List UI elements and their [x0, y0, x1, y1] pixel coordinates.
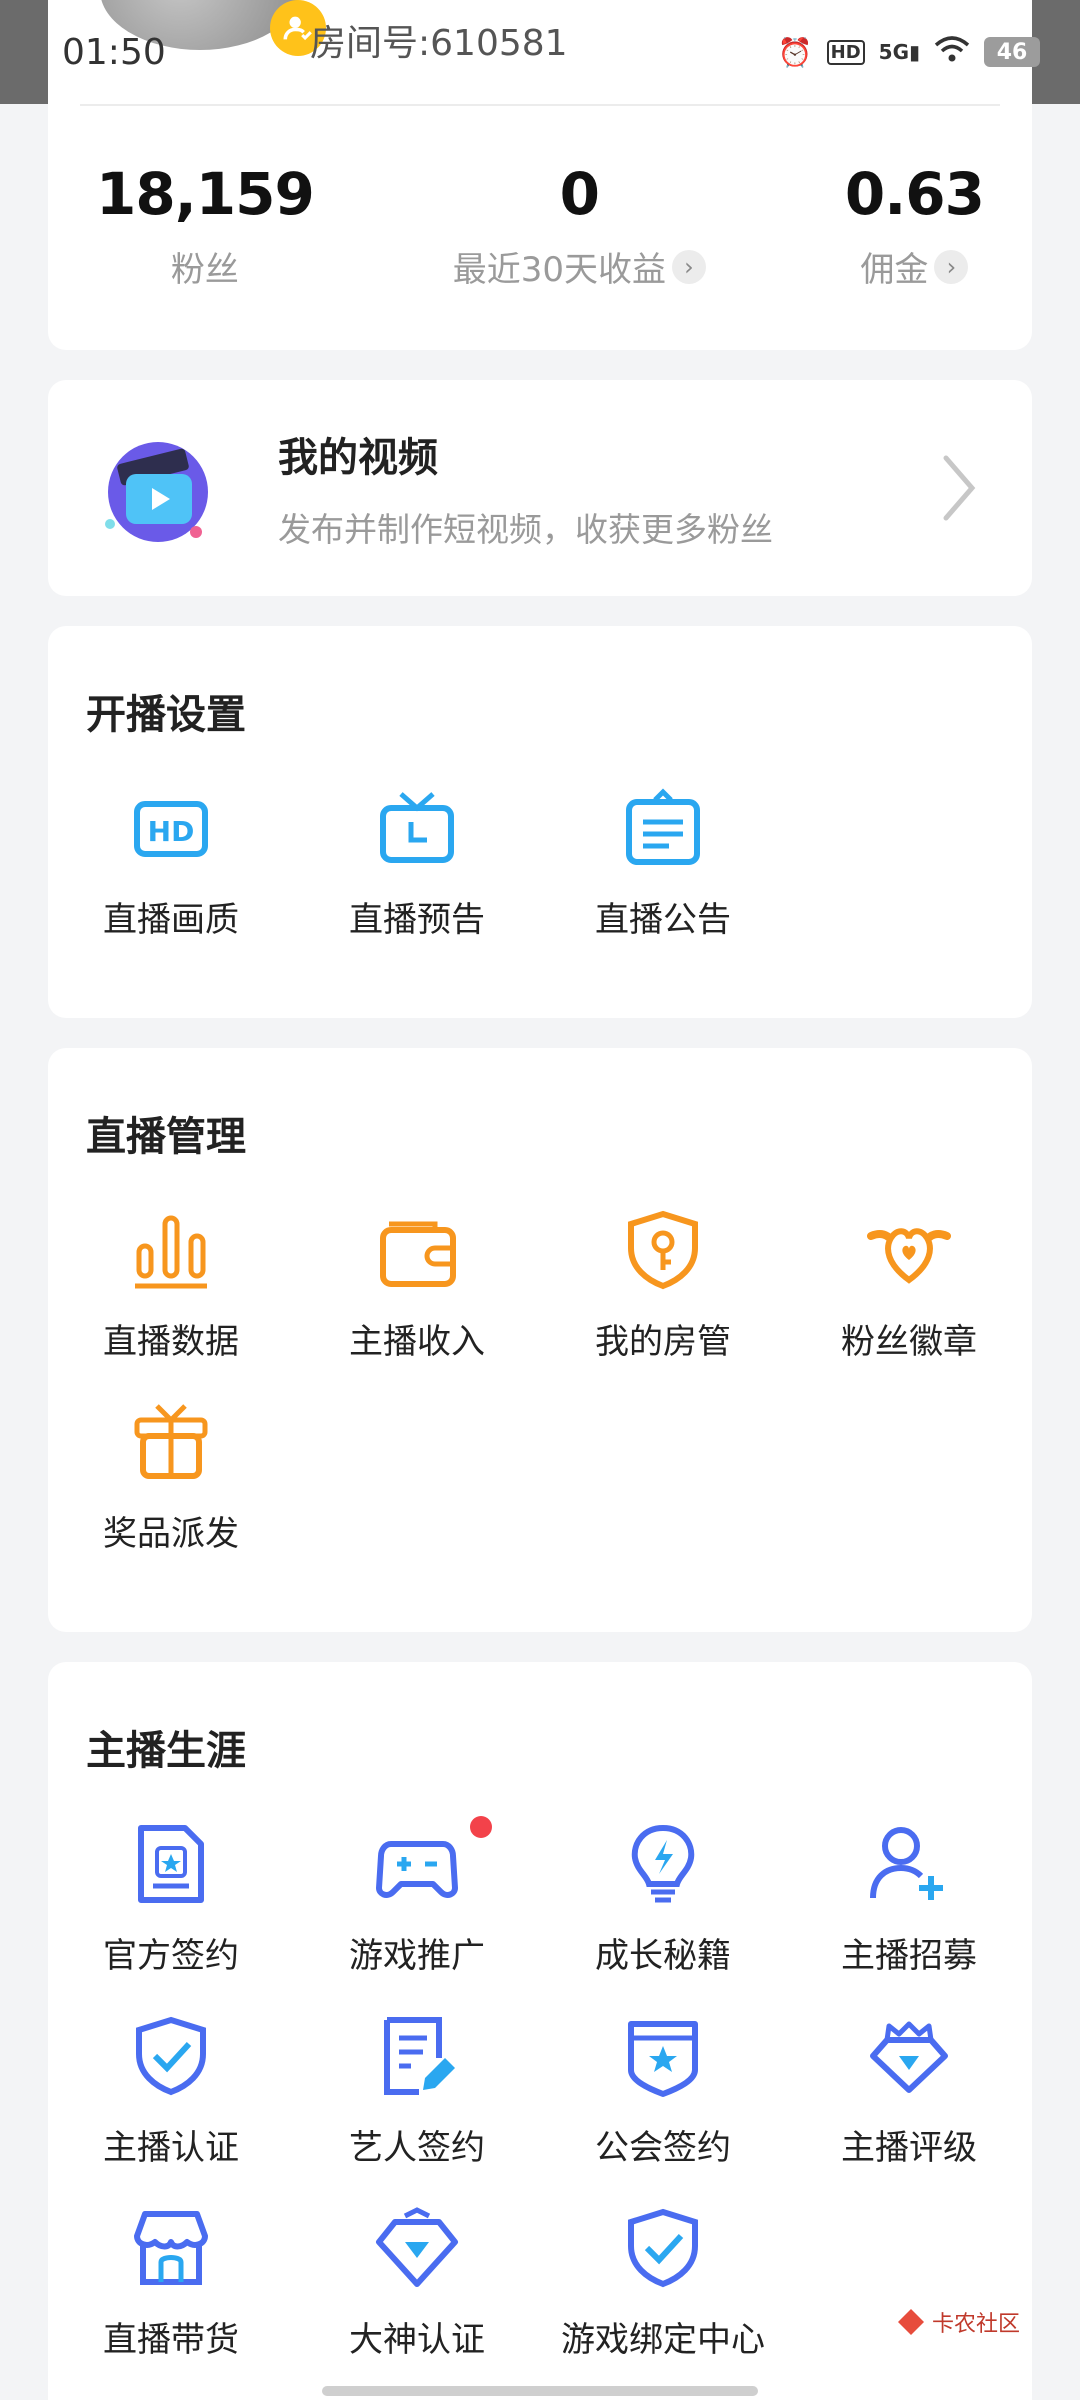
- stat-label: 粉丝: [170, 250, 239, 290]
- chevron-right-icon: ›: [934, 249, 969, 284]
- item-label: 主播认证: [103, 2128, 239, 2168]
- item-official-contract[interactable]: 官方签约: [48, 1822, 294, 2014]
- watermark: 卡农社区: [896, 2306, 1020, 2338]
- item-label: 直播预告: [349, 900, 485, 940]
- shop-icon: [134, 2211, 208, 2285]
- svg-text:HD: HD: [148, 815, 195, 848]
- stat-label: 佣金: [860, 250, 929, 290]
- item-label: 公会签约: [595, 2128, 731, 2168]
- video-subtitle: 发布并制作短视频，收获更多粉丝: [278, 510, 773, 549]
- item-label: 直播数据: [103, 1322, 239, 1362]
- stat-commission[interactable]: 0.63 佣金 ›: [844, 160, 985, 291]
- guild-star-icon: [628, 2021, 698, 2097]
- item-preview[interactable]: 直播预告: [294, 786, 540, 978]
- diamond-icon: [376, 2207, 458, 2287]
- item-room-admin[interactable]: 我的房管: [540, 1208, 786, 1400]
- battery-icon: 46: [984, 37, 1040, 67]
- divider: [80, 104, 1000, 106]
- item-fan-badge[interactable]: 粉丝徽章: [786, 1208, 1032, 1400]
- video-title: 我的视频: [278, 435, 438, 481]
- item-recruit[interactable]: 主播招募: [786, 1822, 1032, 2014]
- my-video-card[interactable]: 我的视频 发布并制作短视频，收获更多粉丝: [48, 380, 1032, 596]
- shield-key-icon: [628, 1210, 698, 1290]
- item-label: 我的房管: [595, 1322, 731, 1362]
- item-income[interactable]: 主播收入: [294, 1208, 540, 1400]
- gamepad-icon: [376, 1841, 458, 1898]
- item-label: 游戏推广: [349, 1936, 485, 1976]
- shield-check-icon: [136, 2016, 206, 2096]
- alarm-icon: ⏰: [777, 35, 813, 69]
- stat-value: 18,159: [96, 160, 315, 228]
- diamond-crown-icon: [870, 2021, 948, 2093]
- item-announcement[interactable]: 直播公告: [540, 786, 786, 978]
- announcement-icon: [626, 788, 700, 865]
- status-time: 01:50: [62, 31, 166, 73]
- item-label: 成长秘籍: [595, 1936, 731, 1976]
- item-live-data[interactable]: 直播数据: [48, 1208, 294, 1400]
- item-quality[interactable]: HD 直播画质: [48, 786, 294, 978]
- watermark-logo-icon: [897, 2309, 924, 2335]
- item-label: 奖品派发: [103, 1514, 239, 1554]
- item-label: 主播收入: [349, 1322, 485, 1362]
- live-management-section: 直播管理 直播数据 主播收入 我的房管 粉丝徽章 奖品派发: [48, 1048, 1032, 1632]
- item-game-promo[interactable]: 游戏推广: [294, 1816, 540, 2014]
- notification-dot: [470, 1816, 492, 1838]
- stat-value: 0.63: [844, 160, 985, 228]
- item-label: 艺人签约: [349, 2128, 485, 2168]
- contract-icon: [138, 1825, 204, 1903]
- broadcast-settings-section: 开播设置 HD 直播画质 直播预告 直播公告: [48, 626, 1032, 1018]
- add-user-icon: [870, 1827, 943, 1900]
- bar-chart-icon: [135, 1215, 207, 1289]
- item-live-commerce[interactable]: 直播带货: [48, 2206, 294, 2398]
- hd-icon: HD: [826, 39, 865, 65]
- item-label: 主播评级: [841, 2128, 977, 2168]
- item-label: 粉丝徽章: [841, 1322, 977, 1362]
- item-label: 主播招募: [841, 1936, 977, 1976]
- status-bar: 01:50 ⏰ HD 5G▮ 46: [0, 0, 1080, 104]
- chevron-right-icon: ›: [671, 249, 706, 284]
- stats-row: 18,159 粉丝 0 最近30天收益 › 0.63 佣金 ›: [48, 160, 1032, 291]
- stat-value: 0: [559, 160, 600, 228]
- tv-preview-icon: [380, 792, 454, 863]
- item-label: 游戏绑定中心: [561, 2320, 765, 2360]
- item-label: 直播带货: [103, 2320, 239, 2360]
- item-guild-contract[interactable]: 公会签约: [540, 2014, 786, 2206]
- item-master-verify[interactable]: 大神认证: [294, 2206, 540, 2398]
- gift-icon: [134, 1404, 208, 1479]
- stat-label: 最近30天收益: [452, 250, 666, 290]
- section-title: 直播管理: [86, 1114, 246, 1160]
- document-edit-icon: [384, 2017, 455, 2095]
- item-streamer-rating[interactable]: 主播评级: [786, 2014, 1032, 2206]
- hd-quality-icon: HD: [134, 801, 208, 857]
- item-game-binding[interactable]: 游戏绑定中心: [540, 2206, 786, 2398]
- wifi-icon: [934, 35, 970, 70]
- item-label: 大神认证: [349, 2320, 485, 2360]
- video-clapper-icon: [105, 442, 208, 542]
- item-growth-guide[interactable]: 成长秘籍: [540, 1822, 786, 2014]
- home-indicator[interactable]: [322, 2386, 758, 2396]
- item-label: 直播画质: [103, 900, 239, 940]
- section-title: 主播生涯: [86, 1728, 246, 1774]
- 5g-signal-icon: 5G▮: [878, 40, 920, 64]
- section-title: 开播设置: [86, 692, 246, 738]
- shield-check-blue-icon: [628, 2208, 698, 2288]
- stat-fans[interactable]: 18,159 粉丝: [96, 160, 315, 291]
- item-prize[interactable]: 奖品派发: [48, 1400, 294, 1592]
- stat-earnings[interactable]: 0 最近30天收益 ›: [453, 160, 706, 291]
- watermark-text: 卡农社区: [931, 2312, 1020, 2337]
- item-label: 官方签约: [103, 1936, 239, 1976]
- streamer-career-section: 主播生涯 官方签约 游戏推广 成长秘籍 主播招募 主播认证 艺人签约 公会签约 …: [48, 1662, 1032, 2400]
- lightbulb-icon: [631, 1824, 695, 1903]
- chevron-right-icon: [943, 455, 976, 521]
- heart-badge-icon: [867, 1228, 951, 1284]
- wallet-icon: [380, 1221, 456, 1287]
- item-label: 直播公告: [595, 900, 731, 940]
- item-artist-contract[interactable]: 艺人签约: [294, 2014, 540, 2206]
- item-streamer-verify[interactable]: 主播认证: [48, 2014, 294, 2206]
